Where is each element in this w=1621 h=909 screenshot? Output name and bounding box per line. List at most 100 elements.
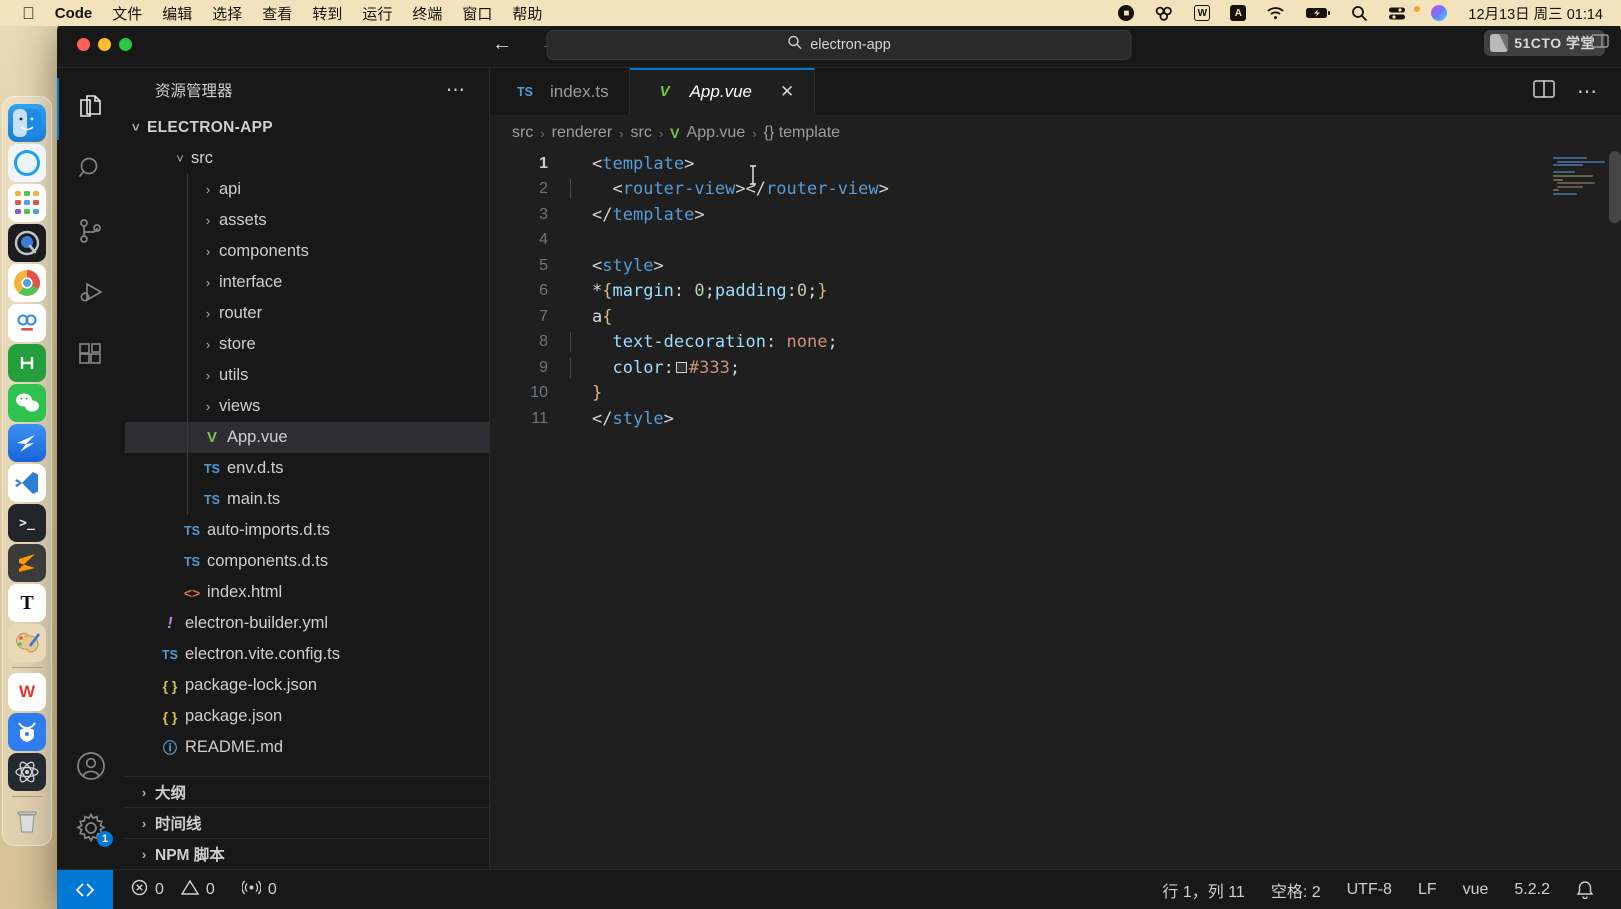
tree-item-electron-builder-yml[interactable]: ! electron-builder.yml	[125, 608, 489, 639]
wifi-icon[interactable]	[1266, 6, 1285, 20]
menu-item-selection[interactable]: 选择	[212, 3, 242, 24]
breadcrumb-item-0[interactable]: src	[512, 124, 533, 142]
tree-item-env-d-ts[interactable]: TS env.d.ts	[125, 453, 489, 484]
ellipsis-icon[interactable]: ⋯	[446, 79, 467, 102]
menu-item-file[interactable]: 文件	[112, 3, 142, 24]
tree-item-interface[interactable]: › interface	[125, 267, 489, 298]
tree-item-src[interactable]: ˅ src	[125, 143, 489, 174]
close-icon[interactable]: ✕	[780, 82, 794, 102]
sidebar-item-run-and-debug[interactable]	[57, 264, 125, 326]
menu-item-run[interactable]: 运行	[362, 3, 392, 24]
dock-item-terminal[interactable]: >_	[8, 504, 46, 542]
color-swatch[interactable]	[676, 362, 687, 373]
panel-npm-scripts[interactable]: › NPM 脚本	[125, 838, 489, 869]
dock-item-qq[interactable]	[8, 224, 46, 262]
tree-item-store[interactable]: › store	[125, 329, 489, 360]
dock-item-visual-studio-code[interactable]	[8, 464, 46, 502]
menu-item-help[interactable]: 帮助	[512, 3, 542, 24]
tree-item-router[interactable]: › router	[125, 298, 489, 329]
menu-item-go[interactable]: 转到	[312, 3, 342, 24]
account-icon[interactable]	[57, 735, 125, 797]
siri-icon[interactable]	[1430, 4, 1448, 22]
layout-panel-icon[interactable]	[1591, 34, 1609, 48]
menu-item-view[interactable]: 查看	[262, 3, 292, 24]
panel-timeline[interactable]: › 时间线	[125, 807, 489, 838]
menu-item-edit[interactable]: 编辑	[162, 3, 192, 24]
tree-item-main-ts[interactable]: TS main.ts	[125, 484, 489, 515]
tree-item-api[interactable]: › api	[125, 174, 489, 205]
battery-charging-icon[interactable]	[1305, 6, 1331, 20]
status-ports[interactable]: 0	[228, 879, 290, 900]
dock-item-finder[interactable]	[8, 104, 46, 142]
dock-item-safari[interactable]	[8, 144, 46, 182]
menubar-clock[interactable]: 12月13日 周三 01:14	[1468, 3, 1603, 24]
status-problems[interactable]: 0 0	[113, 879, 228, 901]
menu-item-code[interactable]: Code	[55, 5, 93, 22]
input-method-icon[interactable]: A	[1230, 5, 1246, 21]
dock-item-textedit[interactable]: T	[8, 584, 46, 622]
dock-item-hbuilderx[interactable]	[8, 344, 46, 382]
status-indentation[interactable]: 空格: 2	[1258, 878, 1334, 902]
close-window-button[interactable]	[77, 38, 90, 51]
ellipsis-icon[interactable]: ⋯	[1577, 79, 1599, 104]
editor-scrollbar[interactable]	[1609, 151, 1621, 223]
cloud-sync-icon[interactable]	[1154, 5, 1174, 21]
tree-item-readme-md[interactable]: ⓘ README.md	[125, 732, 489, 763]
dock-item-baidu-netdisk[interactable]	[8, 304, 46, 342]
breadcrumb-item-4[interactable]: {} template	[764, 124, 841, 142]
breadcrumb-item-1[interactable]: renderer	[552, 124, 612, 142]
menu-item-window[interactable]: 窗口	[462, 3, 492, 24]
editor-minimap[interactable]	[1553, 157, 1607, 201]
bell-icon[interactable]	[1563, 880, 1607, 899]
tree-item-electron-vite-config-ts[interactable]: TS electron.vite.config.ts	[125, 639, 489, 670]
tree-item-assets[interactable]: › assets	[125, 205, 489, 236]
tree-item-package-lock-json[interactable]: { } package-lock.json	[125, 670, 489, 701]
dock-item-sublime-text[interactable]	[8, 544, 46, 582]
control-center-icon[interactable]	[1388, 6, 1406, 21]
wps-icon[interactable]: W	[1194, 5, 1210, 21]
dock-item-wps-office[interactable]: W	[8, 673, 46, 711]
tree-item-auto-imports-d-ts[interactable]: TS auto-imports.d.ts	[125, 515, 489, 546]
minimize-window-button[interactable]	[98, 38, 111, 51]
menu-item-terminal[interactable]: 终端	[412, 3, 442, 24]
dock-item-dingtalk[interactable]	[8, 424, 46, 462]
dock-item-wechat[interactable]	[8, 384, 46, 422]
maximize-window-button[interactable]	[119, 38, 132, 51]
dock-item-deer-security[interactable]	[8, 713, 46, 751]
tab-app-vue[interactable]: V App.vue ✕	[630, 68, 816, 115]
dock-item-launchpad[interactable]	[8, 184, 46, 222]
remote-window-icon[interactable]	[57, 870, 113, 909]
split-editor-icon[interactable]	[1533, 80, 1555, 103]
tree-root-electron-app[interactable]: ˅ ELECTRON-APP	[125, 112, 489, 143]
dock-item-electron[interactable]	[8, 753, 46, 791]
tree-item-app-vue[interactable]: V App.vue	[125, 422, 489, 453]
status-encoding[interactable]: UTF-8	[1334, 881, 1405, 899]
tree-item-components-d-ts[interactable]: TS components.d.ts	[125, 546, 489, 577]
command-center-search[interactable]: electron-app	[547, 30, 1132, 60]
stop-recording-icon[interactable]: ■	[1118, 5, 1134, 21]
status-language-mode[interactable]: vue	[1450, 881, 1502, 899]
breadcrumb-item-2[interactable]: src	[631, 124, 652, 142]
status-eol[interactable]: LF	[1405, 881, 1450, 899]
spotlight-search-icon[interactable]	[1351, 5, 1368, 22]
tree-item-views[interactable]: › views	[125, 391, 489, 422]
dock-item-google-chrome[interactable]	[8, 264, 46, 302]
sidebar-item-search[interactable]	[57, 140, 125, 202]
panel-outline[interactable]: › 大纲	[125, 776, 489, 807]
code-editor[interactable]: 1 <template> 2 <router-view></router-vie…	[490, 151, 1621, 869]
tree-item-utils[interactable]: › utils	[125, 360, 489, 391]
status-version[interactable]: 5.2.2	[1501, 881, 1563, 899]
dock-item-trash[interactable]	[8, 802, 46, 840]
tree-item-package-json[interactable]: { } package.json	[125, 701, 489, 732]
dock-item-paint-app[interactable]	[8, 624, 46, 662]
tree-item-index-html[interactable]: <> index.html	[125, 577, 489, 608]
status-cursor-position[interactable]: 行 1，列 11	[1149, 878, 1257, 902]
gear-icon[interactable]: 1	[57, 797, 125, 859]
sidebar-item-source-control[interactable]	[57, 202, 125, 264]
breadcrumb-item-3[interactable]: App.vue	[687, 124, 746, 142]
sidebar-item-extensions[interactable]	[57, 326, 125, 388]
arrow-left-icon[interactable]: ←	[492, 33, 512, 56]
sidebar-item-explorer[interactable]	[57, 78, 125, 140]
tree-item-components[interactable]: › components	[125, 236, 489, 267]
apple-icon[interactable]: 	[22, 5, 35, 22]
